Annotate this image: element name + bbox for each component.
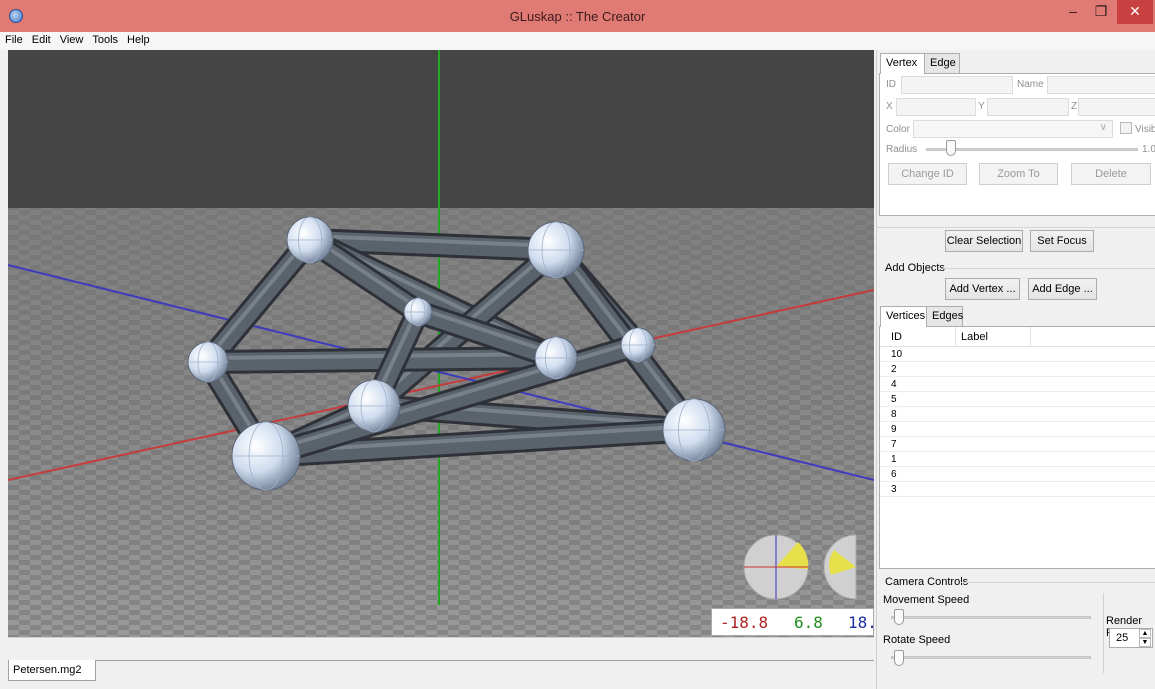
- add-objects-title: Add Objects: [885, 262, 945, 274]
- divider: [877, 227, 1155, 228]
- menu-help[interactable]: Help: [122, 32, 154, 46]
- y-label: Y: [978, 101, 985, 112]
- name-label: Name: [1017, 79, 1044, 90]
- tab-vertices[interactable]: Vertices: [880, 306, 927, 327]
- movement-speed-thumb[interactable]: [894, 609, 904, 625]
- render-fps-value: 25: [1116, 632, 1129, 644]
- color-label: Color: [886, 124, 910, 135]
- title-bar: GLuskap :: The Creator – ❐ ✕: [0, 0, 1155, 32]
- vertices-list[interactable]: ID Label 10 2 4 5 8 9 7 1 6 3: [879, 326, 1155, 569]
- divider: [961, 582, 1155, 583]
- vertex-properties-pane: ID Name X Y Z Color ∨ Visible Radius 1.0…: [879, 73, 1155, 216]
- list-item[interactable]: 9: [880, 422, 1155, 437]
- column-label[interactable]: Label: [961, 331, 988, 343]
- menu-bar: File Edit View Tools Help: [0, 32, 1155, 50]
- list-item[interactable]: 6: [880, 467, 1155, 482]
- add-edge-button[interactable]: Add Edge ...: [1028, 278, 1097, 300]
- list-item[interactable]: 3: [880, 482, 1155, 497]
- name-field[interactable]: [1047, 76, 1155, 94]
- menu-file[interactable]: File: [0, 32, 27, 46]
- close-button[interactable]: ✕: [1117, 0, 1153, 24]
- change-id-button[interactable]: Change ID: [888, 163, 967, 185]
- divider: [943, 268, 1155, 269]
- spin-up-icon[interactable]: ▲: [1139, 629, 1151, 638]
- id-field[interactable]: [901, 76, 1013, 94]
- minimize-button[interactable]: –: [1060, 0, 1086, 24]
- list-item[interactable]: 1: [880, 452, 1155, 467]
- sky-background: [8, 50, 874, 212]
- zoom-to-button[interactable]: Zoom To: [979, 163, 1058, 185]
- delete-button[interactable]: Delete: [1071, 163, 1151, 185]
- column-id[interactable]: ID: [891, 331, 902, 343]
- z-field[interactable]: [1078, 98, 1155, 116]
- list-item[interactable]: 4: [880, 377, 1155, 392]
- list-item[interactable]: 10: [880, 347, 1155, 362]
- camera-controls-title: Camera Controls: [885, 576, 969, 588]
- list-header: ID Label: [880, 327, 1155, 347]
- chevron-down-icon: ∨: [1099, 122, 1107, 133]
- list-item[interactable]: 2: [880, 362, 1155, 377]
- 3d-viewport[interactable]: -18.8 6.8 18.9: [8, 50, 874, 637]
- set-focus-button[interactable]: Set Focus: [1030, 230, 1094, 252]
- scene-canvas[interactable]: [8, 50, 874, 637]
- radius-label: Radius: [886, 144, 918, 155]
- menu-tools[interactable]: Tools: [87, 32, 122, 46]
- coordinate-readout: -18.8 6.8 18.9: [711, 608, 874, 636]
- file-tab[interactable]: Petersen.mg2: [8, 660, 96, 681]
- z-label: Z: [1071, 101, 1078, 112]
- divider: [1103, 593, 1104, 673]
- list-item[interactable]: 7: [880, 437, 1155, 452]
- tab-baseline: [96, 660, 874, 661]
- column-divider: [1030, 327, 1031, 347]
- tab-vertex[interactable]: Vertex: [880, 53, 925, 74]
- column-divider: [955, 327, 956, 347]
- right-panel: Vertex Edge ID Name X Y Z Color ∨ Visibl…: [876, 50, 1155, 689]
- rotate-speed-label: Rotate Speed: [883, 634, 951, 646]
- properties-tabbar: Vertex Edge: [880, 53, 1155, 74]
- rotate-speed-track[interactable]: [891, 656, 1091, 659]
- x-field[interactable]: [896, 98, 976, 116]
- clear-selection-button[interactable]: Clear Selection: [945, 230, 1023, 252]
- tab-edge[interactable]: Edge: [924, 53, 960, 73]
- coord-y: 6.8: [794, 613, 823, 632]
- list-item[interactable]: 5: [880, 392, 1155, 407]
- visible-checkbox[interactable]: [1120, 122, 1132, 134]
- color-select[interactable]: ∨: [913, 120, 1113, 138]
- rotate-speed-thumb[interactable]: [894, 650, 904, 666]
- radius-value: 1.0: [1142, 144, 1155, 155]
- window-title: GLuskap :: The Creator: [509, 9, 646, 24]
- radius-slider-track[interactable]: [926, 148, 1138, 151]
- list-tabbar: Vertices Edges: [880, 306, 1155, 327]
- viewport-status-strip: [8, 637, 874, 661]
- x-label: X: [886, 101, 893, 112]
- add-vertex-button[interactable]: Add Vertex ...: [945, 278, 1020, 300]
- movement-speed-label: Movement Speed: [883, 594, 970, 606]
- y-field[interactable]: [987, 98, 1069, 116]
- visible-label: Visible: [1135, 124, 1155, 135]
- coord-x: -18.8: [720, 613, 769, 632]
- list-item[interactable]: 8: [880, 407, 1155, 422]
- menu-edit[interactable]: Edit: [27, 32, 55, 46]
- menu-view[interactable]: View: [55, 32, 88, 46]
- coord-z: 18.9: [848, 613, 874, 632]
- spin-down-icon[interactable]: ▼: [1139, 638, 1151, 647]
- render-fps-spinbox[interactable]: 25 ▲ ▼: [1109, 628, 1153, 648]
- maximize-button[interactable]: ❐: [1088, 0, 1114, 24]
- id-label: ID: [886, 79, 896, 90]
- movement-speed-track[interactable]: [891, 616, 1091, 619]
- tab-edges[interactable]: Edges: [926, 306, 963, 326]
- radius-slider-thumb[interactable]: [946, 140, 956, 156]
